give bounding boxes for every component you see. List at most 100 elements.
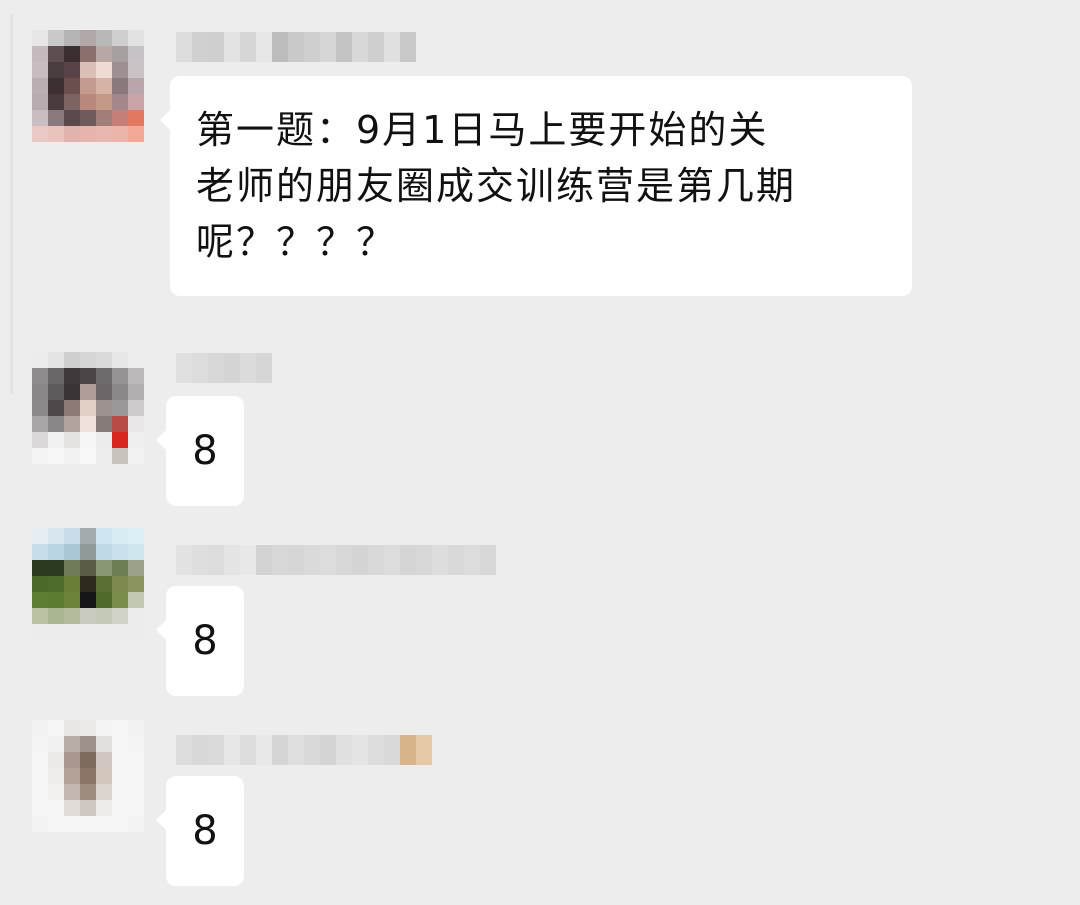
avatar-pixel	[80, 46, 96, 62]
avatar-pixel	[80, 126, 96, 142]
sender-name-pixel	[256, 32, 272, 62]
avatar-pixel	[32, 576, 48, 592]
avatar[interactable]	[32, 720, 144, 832]
sender-name-pixel	[400, 735, 416, 765]
avatar-pixel	[64, 126, 80, 142]
avatar-pixel	[48, 768, 64, 784]
avatar-pixel	[112, 560, 128, 576]
avatar-pixel	[128, 368, 144, 384]
avatar-pixel	[112, 736, 128, 752]
avatar-pixel	[128, 110, 144, 126]
sender-name-pixel	[384, 545, 400, 575]
avatar-pixel	[80, 416, 96, 432]
sender-name-pixel	[240, 735, 256, 765]
sender-name-pixel	[272, 32, 288, 62]
avatar-pixel	[128, 432, 144, 448]
avatar-pixel	[80, 576, 96, 592]
avatar-pixel	[128, 400, 144, 416]
avatar-pixel	[80, 448, 96, 464]
avatar-pixel	[128, 752, 144, 768]
avatar-pixel	[48, 784, 64, 800]
avatar-pixel	[80, 94, 96, 110]
message-bubble[interactable]: 第一题：9月1日马上要开始的关 老师的朋友圈成交训练营是第几期 呢？？？？	[160, 76, 912, 296]
sender-name-pixel	[272, 735, 288, 765]
avatar-pixel	[64, 720, 80, 736]
avatar-pixel	[112, 592, 128, 608]
avatar-pixel	[96, 784, 112, 800]
chat-message-list[interactable]: 第一题：9月1日马上要开始的关 老师的朋友圈成交训练营是第几期 呢？？？？ 8 …	[0, 0, 1080, 905]
sender-name-pixel	[208, 735, 224, 765]
sender-name-pixel	[240, 545, 256, 575]
avatar-pixel	[80, 384, 96, 400]
avatar-pixel	[48, 94, 64, 110]
avatar-pixel	[64, 368, 80, 384]
avatar-pixel	[64, 384, 80, 400]
avatar-pixel	[96, 78, 112, 94]
avatar-pixel	[128, 448, 144, 464]
avatar-pixel	[64, 448, 80, 464]
avatar-pixel	[128, 126, 144, 142]
avatar[interactable]	[32, 352, 144, 464]
avatar-pixel	[128, 78, 144, 94]
avatar-pixel	[32, 62, 48, 78]
avatar[interactable]	[32, 30, 144, 142]
sender-name	[176, 32, 416, 62]
avatar-pixel	[112, 46, 128, 62]
avatar-pixel	[112, 110, 128, 126]
avatar-pixel	[112, 384, 128, 400]
avatar-pixel	[32, 46, 48, 62]
avatar-pixel	[32, 736, 48, 752]
sender-name-pixel	[352, 545, 368, 575]
message-bubble[interactable]: 8	[156, 776, 244, 886]
message-bubble[interactable]: 8	[156, 396, 244, 506]
avatar-pixel	[48, 528, 64, 544]
avatar-pixel	[32, 592, 48, 608]
sender-name-pixel	[256, 545, 272, 575]
avatar-pixel	[112, 816, 128, 832]
avatar-pixel	[112, 400, 128, 416]
sender-name-pixel	[304, 735, 320, 765]
avatar-pixel	[32, 448, 48, 464]
avatar-pixel	[32, 78, 48, 94]
avatar-pixel	[64, 416, 80, 432]
sender-name-pixel	[240, 353, 256, 383]
avatar-pixel	[96, 352, 112, 368]
avatar[interactable]	[32, 528, 144, 640]
avatar-pixel	[112, 126, 128, 142]
sender-name-pixel	[416, 735, 432, 765]
sender-name-pixel	[176, 735, 192, 765]
avatar-pixel	[32, 94, 48, 110]
message-bubble[interactable]: 8	[156, 586, 244, 696]
avatar-pixel	[96, 608, 112, 624]
avatar-pixel	[128, 608, 144, 624]
sender-name-pixel	[352, 32, 368, 62]
sender-name-pixel	[208, 353, 224, 383]
avatar-pixel	[128, 528, 144, 544]
avatar-pixel	[112, 94, 128, 110]
sender-name-pixel	[272, 545, 288, 575]
sender-name-pixel	[336, 545, 352, 575]
sender-name-pixel	[208, 32, 224, 62]
avatar-pixel	[96, 768, 112, 784]
avatar-pixel	[48, 720, 64, 736]
avatar-pixel	[48, 736, 64, 752]
avatar-pixel	[96, 624, 112, 640]
avatar-pixel	[32, 752, 48, 768]
avatar-pixel	[96, 736, 112, 752]
avatar-pixel	[80, 720, 96, 736]
avatar-pixel	[64, 608, 80, 624]
avatar-pixel	[112, 768, 128, 784]
avatar-pixel	[48, 576, 64, 592]
sender-name-pixel	[288, 545, 304, 575]
sender-name-pixel	[224, 32, 240, 62]
sender-name	[176, 545, 496, 575]
avatar-pixel	[48, 110, 64, 126]
avatar-pixel	[96, 800, 112, 816]
avatar-pixel	[96, 384, 112, 400]
avatar-pixel	[128, 94, 144, 110]
avatar-pixel	[112, 432, 128, 448]
sender-name-pixel	[224, 353, 240, 383]
sender-name-pixel	[368, 32, 384, 62]
avatar-pixel	[112, 800, 128, 816]
avatar-pixel	[80, 768, 96, 784]
